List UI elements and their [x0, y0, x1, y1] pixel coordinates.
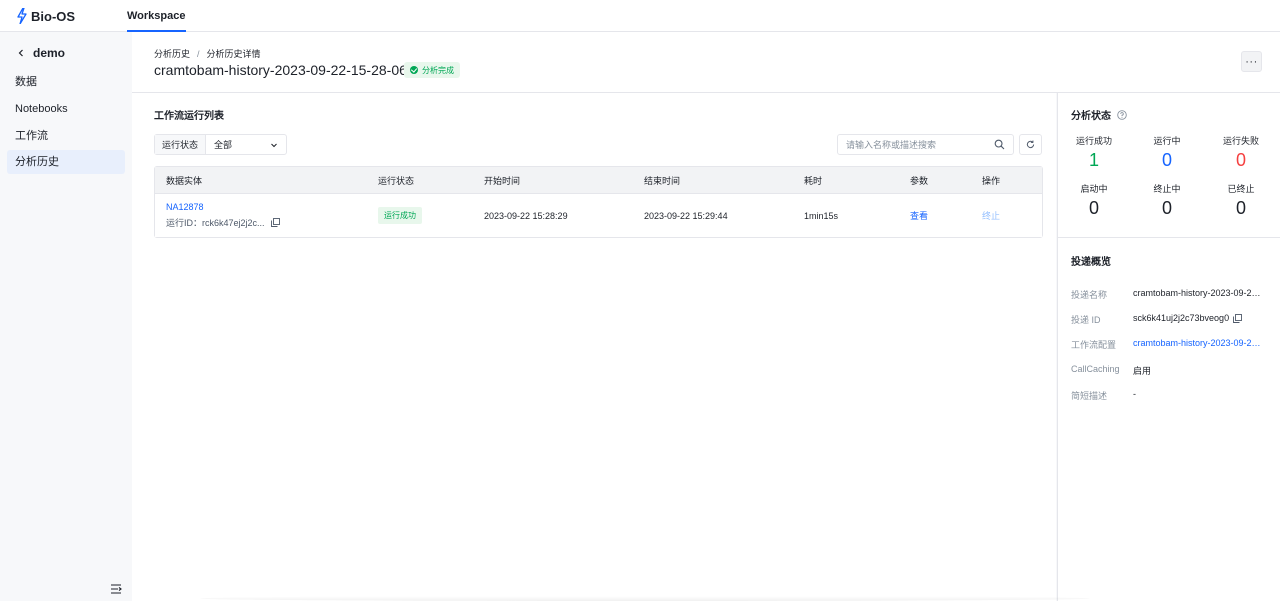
callcaching: 启用: [1133, 364, 1265, 377]
submission-name: cramtobam-history-2023-09-22-15-28-06: [1133, 288, 1265, 298]
analysis-status-label: 分析状态: [1071, 111, 1111, 122]
column-header: 开始时间: [484, 175, 521, 186]
analysis-status-title: 分析状态: [1071, 107, 1127, 122]
filter-label: 运行状态: [155, 135, 206, 154]
column-header: 耗时: [804, 175, 823, 186]
chevron-down-icon: [271, 143, 277, 147]
right-panel: 分析状态 运行成功 1 运行中 0 运行失败 0 启动中 0 终止中 0 已终止…: [1057, 93, 1280, 601]
entity-cell: NA12878 运行ID：rck6k47ej2j2c...: [166, 202, 280, 229]
overview-key: 投递名称: [1071, 290, 1108, 300]
sidebar-item-workflows[interactable]: 工作流: [7, 124, 125, 148]
stat-value: 1: [1088, 150, 1099, 170]
app-logo[interactable]: Bio-OS: [17, 8, 75, 24]
end-time: 2023-09-22 15:29:44: [644, 210, 728, 221]
run-status-filter[interactable]: 运行状态 全部: [154, 134, 287, 155]
submission-id: sck6k41uj2j2c73bveog0: [1133, 313, 1265, 323]
stat-label: 运行成功: [1075, 136, 1112, 146]
run-id: 运行ID：rck6k47ej2j2c...: [166, 216, 280, 229]
project-name: demo: [33, 46, 66, 60]
sidebar: demo 数据 Notebooks 工作流 分析历史: [0, 32, 132, 601]
refresh-icon: [1026, 140, 1035, 149]
stat-terminated: 已终止 0: [1211, 182, 1271, 219]
status-badge-label: 分析完成: [422, 65, 454, 75]
sidebar-item-notebooks[interactable]: Notebooks: [7, 97, 125, 121]
filter-value: 全部: [214, 140, 233, 150]
more-button[interactable]: ···: [1241, 51, 1262, 72]
sidebar-item-data[interactable]: 数据: [7, 70, 125, 94]
table-row: NA12878 运行ID：rck6k47ej2j2c... 运行成功 2023-…: [155, 194, 1042, 237]
page-header: 分析历史 / 分析历史详情 cramtobam-history-2023-09-…: [132, 32, 1280, 93]
run-id-text: 运行ID：rck6k47ej2j2c...: [166, 218, 265, 228]
column-header: 运行状态: [378, 175, 415, 186]
run-status-badge: 运行成功: [378, 207, 422, 224]
stat-terminating: 终止中 0: [1137, 182, 1197, 219]
help-icon[interactable]: [1117, 109, 1127, 120]
tab-workspace[interactable]: Workspace: [127, 0, 186, 32]
chevron-left-icon[interactable]: [14, 46, 28, 60]
bottom-shadow: [200, 596, 1090, 601]
stat-label: 运行失败: [1222, 136, 1259, 146]
overview-key: 简短描述: [1071, 391, 1108, 401]
stat-value: 0: [1235, 150, 1246, 170]
bio-os-logo-icon: [17, 8, 27, 24]
app-name: Bio-OS: [31, 8, 76, 24]
breadcrumb-detail: 分析历史详情: [206, 49, 261, 59]
stat-label: 已终止: [1227, 184, 1255, 194]
overview-key: CallCaching: [1071, 364, 1120, 374]
submission-overview-title: 投递概览: [1071, 257, 1111, 268]
short-description-value: -: [1133, 389, 1136, 399]
search-icon[interactable]: [994, 139, 1005, 150]
workflow-config-link[interactable]: cramtobam-history-2023-09-22-15-28-06: [1133, 338, 1265, 348]
workflow-config: cramtobam-history-2023-09-22-15-28-06: [1133, 338, 1265, 348]
section-title: 工作流运行列表: [154, 111, 224, 122]
breadcrumb-analysis-history[interactable]: 分析历史: [154, 47, 190, 60]
submission-name-value: cramtobam-history-2023-09-22-15-28-06: [1133, 288, 1265, 298]
search-box: [837, 134, 1014, 155]
column-header: 结束时间: [644, 175, 681, 186]
check-circle-icon: [410, 66, 418, 74]
stat-starting: 启动中 0: [1064, 182, 1124, 219]
sidebar-item-analysis-history[interactable]: 分析历史: [7, 150, 125, 174]
terminate-link[interactable]: 终止: [982, 209, 1000, 222]
duration: 1min15s: [804, 210, 839, 221]
top-navbar: Bio-OS Workspace: [0, 0, 1280, 32]
breadcrumb-separator: /: [197, 48, 200, 59]
breadcrumb: 分析历史 / 分析历史详情: [154, 47, 261, 60]
search-input[interactable]: [838, 135, 988, 154]
stat-label: 启动中: [1080, 184, 1108, 194]
stat-value: 0: [1161, 150, 1172, 170]
stat-succeeded: 运行成功 1: [1064, 134, 1124, 171]
column-header: 参数: [910, 175, 929, 186]
copy-icon[interactable]: [1233, 313, 1243, 323]
page-title: cramtobam-history-2023-09-22-15-28-06: [154, 62, 407, 78]
stat-label: 终止中: [1153, 184, 1181, 194]
stat-value: 0: [1088, 198, 1099, 218]
overview-key: 投递 ID: [1071, 315, 1101, 325]
column-header: 数据实体: [166, 175, 203, 186]
submission-id-value: sck6k41uj2j2c73bveog0: [1133, 313, 1230, 323]
view-params-link[interactable]: 查看: [910, 209, 928, 222]
start-time: 2023-09-22 15:28:29: [484, 210, 568, 221]
stat-running: 运行中 0: [1137, 134, 1197, 171]
copy-icon[interactable]: [270, 218, 280, 227]
column-header: 操作: [982, 175, 1001, 186]
collapse-sidebar-icon[interactable]: [110, 583, 122, 595]
table-header: 数据实体 运行状态 开始时间 结束时间 耗时 参数 操作: [155, 167, 1042, 194]
callcaching-value: 启用: [1133, 366, 1152, 376]
stat-value: 0: [1235, 198, 1246, 218]
stat-value: 0: [1161, 198, 1172, 218]
divider: [1058, 237, 1280, 238]
entity-link[interactable]: NA12878: [166, 202, 280, 212]
filter-select[interactable]: 全部: [206, 135, 286, 154]
stat-failed: 运行失败 0: [1211, 134, 1271, 171]
stat-label: 运行中: [1153, 136, 1181, 146]
overview-key: 工作流配置: [1071, 340, 1117, 350]
main-content: 工作流运行列表 运行状态 全部 数据实体 运行状态 开始时间 结束时间 耗时 参…: [132, 93, 1056, 601]
status-badge: 分析完成: [404, 62, 460, 78]
project-header: demo: [14, 46, 65, 60]
short-description: -: [1133, 389, 1265, 399]
workflow-runs-table: 数据实体 运行状态 开始时间 结束时间 耗时 参数 操作 NA12878 运行I…: [154, 166, 1043, 238]
refresh-button[interactable]: [1019, 134, 1042, 155]
